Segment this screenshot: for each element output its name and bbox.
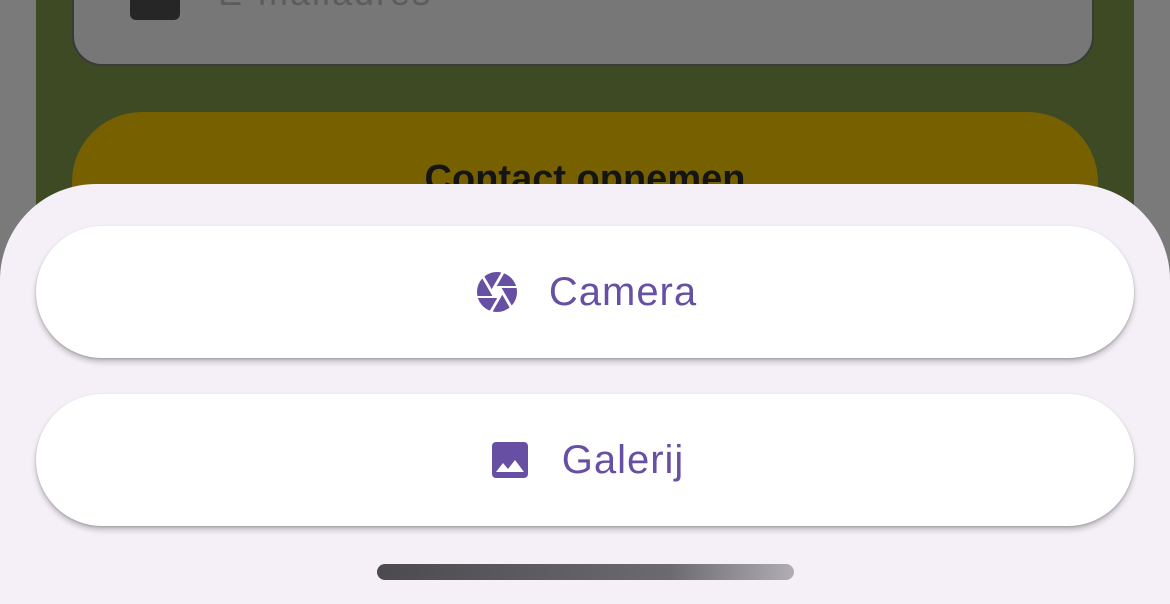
camera-shutter-icon: [473, 268, 521, 316]
image-source-bottom-sheet: Camera Galerij: [0, 184, 1170, 604]
email-field: E-mailadres: [72, 0, 1094, 66]
home-indicator: [377, 564, 794, 580]
camera-label: Camera: [548, 269, 698, 314]
keyboard-icon: [130, 0, 180, 20]
camera-button[interactable]: Camera: [36, 226, 1134, 358]
gallery-label: Galerij: [561, 437, 685, 482]
image-icon: [486, 436, 534, 484]
email-placeholder: E-mailadres: [218, 0, 432, 14]
gallery-button[interactable]: Galerij: [36, 394, 1134, 526]
screen: E-mailadres Contact opnemen Camera Galer…: [0, 0, 1170, 604]
